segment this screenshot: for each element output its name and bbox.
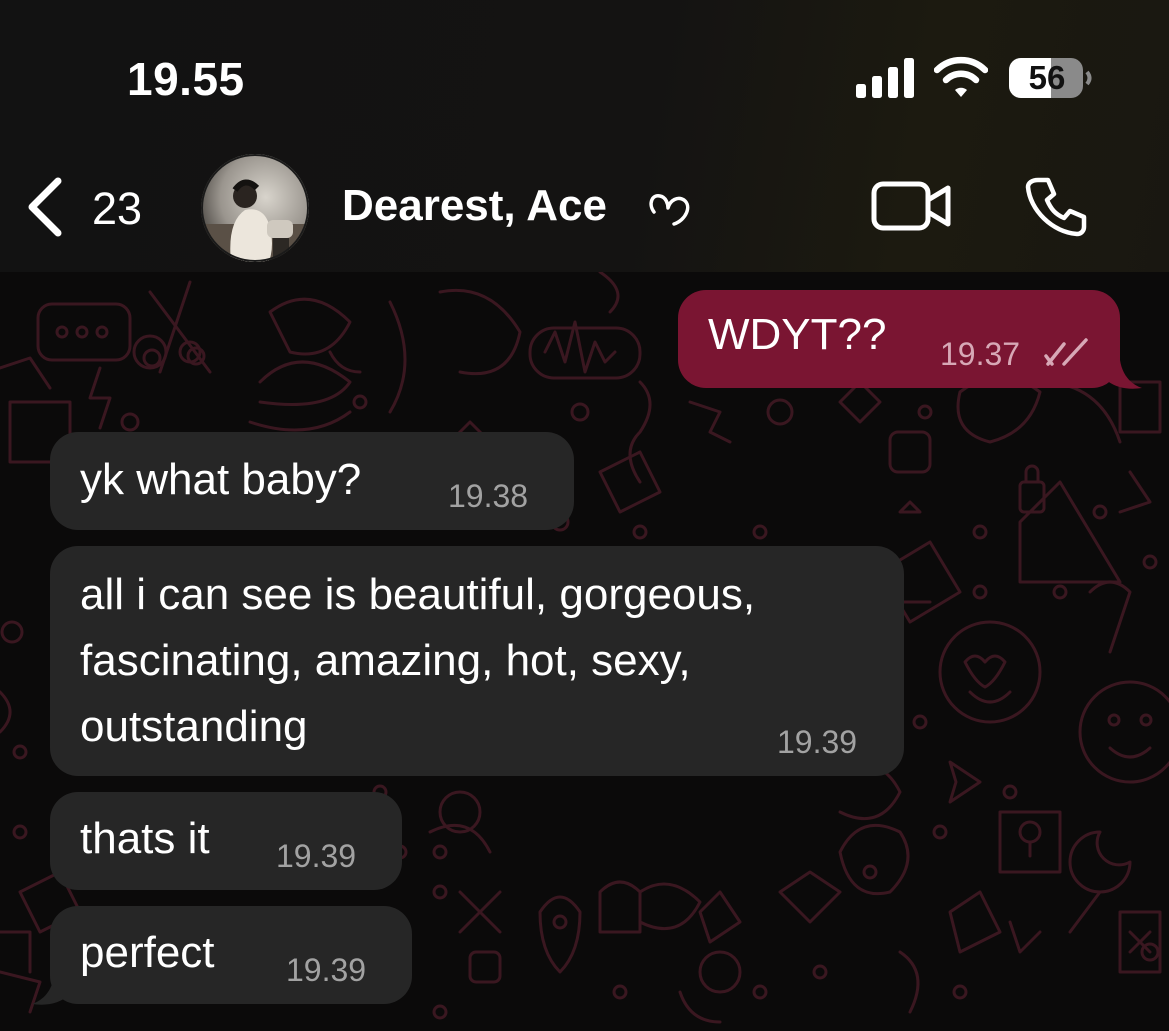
message-text-line: all i can see is beautiful, gorgeous, xyxy=(80,570,756,619)
cellular-signal-icon xyxy=(856,58,914,98)
contact-name[interactable]: Dearest, Ace xyxy=(342,181,607,231)
message-text: perfect xyxy=(80,928,215,977)
bubble-tail-outgoing xyxy=(1104,360,1142,389)
message-time: 19.37 xyxy=(940,336,1021,372)
message-bubble-incoming[interactable]: perfect 19.39 xyxy=(50,906,412,1004)
message-time: 19.39 xyxy=(286,952,367,988)
wifi-icon xyxy=(934,56,988,97)
message-time: 19.38 xyxy=(448,478,529,514)
message-bubble-incoming[interactable]: yk what baby? 19.38 xyxy=(50,432,574,530)
status-time: 19.55 xyxy=(127,53,245,105)
video-camera-icon[interactable] xyxy=(870,178,954,234)
heart-outline-icon xyxy=(649,194,690,226)
message-bubble-outgoing[interactable]: WDYT?? 19.37 xyxy=(678,290,1120,388)
message-bubble-incoming[interactable]: thats it 19.39 xyxy=(50,792,402,890)
message-text-line: outstanding xyxy=(80,702,308,751)
chevron-left-icon[interactable] xyxy=(22,175,66,239)
back-unread-count[interactable]: 23 xyxy=(92,183,142,235)
chat-header: 19.55 56 23 Dearest, Ace xyxy=(0,0,1169,272)
battery-level: 56 xyxy=(1028,59,1066,96)
message-time: 19.39 xyxy=(777,724,858,760)
double-check-icon xyxy=(1044,338,1088,366)
message-time: 19.39 xyxy=(276,838,357,874)
avatar[interactable] xyxy=(201,154,309,262)
phone-icon[interactable] xyxy=(1024,174,1088,238)
message-text: thats it xyxy=(80,814,210,863)
message-text-line: fascinating, amazing, hot, sexy, xyxy=(80,636,691,685)
message-bubble-incoming[interactable]: all i can see is beautiful, gorgeous, fa… xyxy=(50,546,904,776)
message-text: yk what baby? xyxy=(80,455,362,504)
bubble-tail-incoming xyxy=(32,976,70,1005)
message-text: WDYT?? xyxy=(708,310,887,359)
